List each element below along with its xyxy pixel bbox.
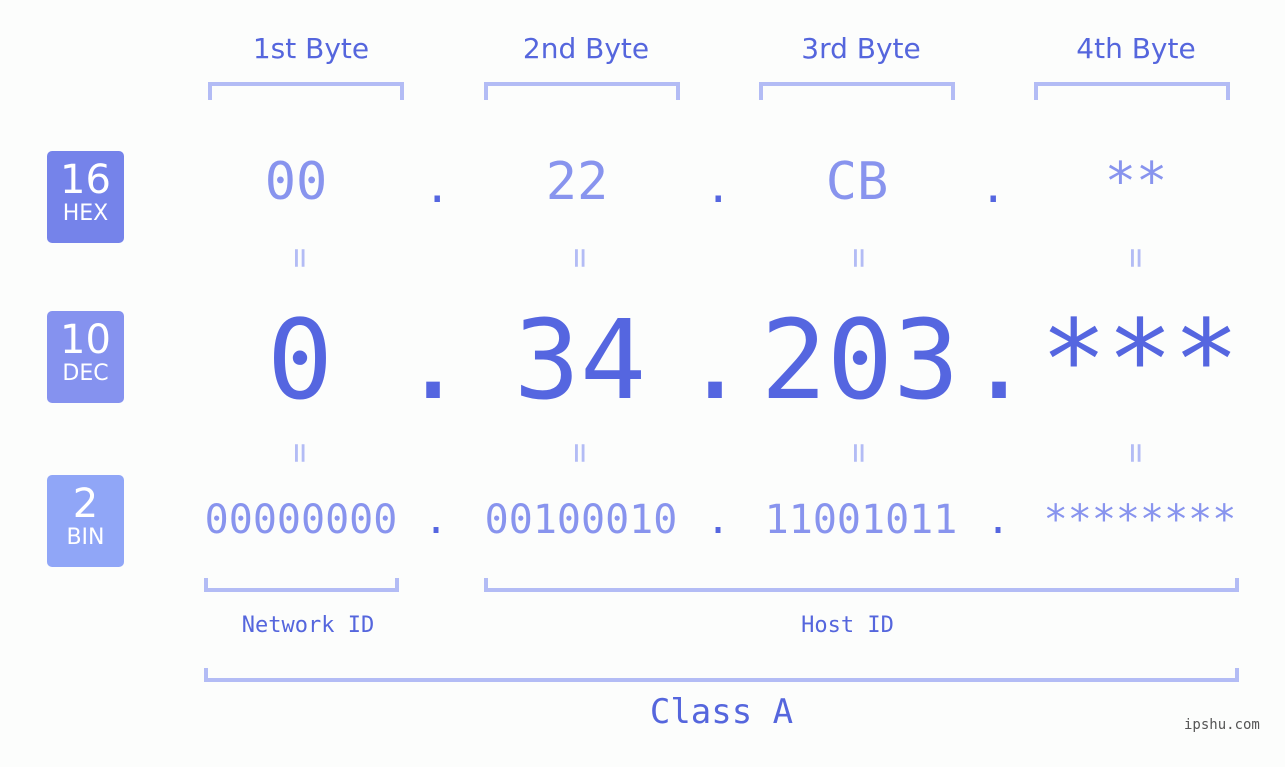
equals-icon: = (839, 442, 879, 464)
bin-byte-3: 11001011 (764, 497, 958, 543)
equals-icon: = (560, 247, 600, 269)
class-label: Class A (649, 692, 794, 732)
dec-byte-4: *** (1040, 296, 1240, 424)
class-bracket (204, 668, 1239, 682)
byte-bracket-2 (484, 82, 680, 100)
equals-icon: = (280, 442, 320, 464)
byte-bracket-3 (759, 82, 955, 100)
watermark: ipshu.com (1184, 717, 1260, 733)
bin-byte-2: 00100010 (484, 497, 678, 543)
network-id-label: Network ID (241, 613, 375, 638)
hex-byte-4: ** (1104, 152, 1168, 212)
hex-badge-number: 16 (60, 157, 111, 203)
byte-bracket-4 (1034, 82, 1230, 100)
hex-dot-1: . (424, 162, 451, 213)
dec-badge: 10 DEC (47, 311, 124, 403)
equals-icon: = (839, 247, 879, 269)
dec-badge-label: DEC (62, 361, 109, 386)
equals-icon: = (280, 247, 320, 269)
hex-byte-3: CB (825, 152, 889, 212)
hex-dot-2: . (705, 162, 732, 213)
dec-dot-1: . (400, 296, 467, 424)
bin-dot-1: . (424, 497, 449, 543)
dec-dot-3: . (966, 296, 1033, 424)
host-id-bracket (484, 578, 1239, 592)
hex-badge-label: HEX (62, 201, 109, 226)
hex-badge: 16 HEX (47, 151, 124, 243)
byte-header-4: 4th Byte (1076, 32, 1196, 65)
bin-badge: 2 BIN (47, 475, 124, 567)
dec-byte-2: 34 (513, 296, 647, 424)
dec-dot-2: . (682, 296, 749, 424)
bin-byte-4: ******** (1043, 497, 1237, 543)
bin-dot-2: . (706, 497, 731, 543)
dec-byte-3: 203 (760, 296, 960, 424)
bin-dot-3: . (986, 497, 1011, 543)
equals-icon: = (560, 442, 600, 464)
bin-badge-number: 2 (72, 481, 99, 527)
hex-byte-2: 22 (545, 152, 609, 212)
byte-header-1: 1st Byte (252, 32, 370, 65)
host-id-label: Host ID (801, 613, 894, 638)
network-id-bracket (204, 578, 399, 592)
bin-byte-1: 00000000 (204, 497, 398, 543)
equals-icon: = (1116, 442, 1156, 464)
byte-header-2: 2nd Byte (522, 32, 650, 65)
byte-header-3: 3rd Byte (801, 32, 921, 65)
equals-icon: = (1116, 247, 1156, 269)
hex-dot-3: . (980, 162, 1007, 213)
hex-byte-1: 00 (264, 152, 328, 212)
dec-badge-number: 10 (60, 317, 111, 363)
byte-bracket-1 (208, 82, 404, 100)
dec-byte-1: 0 (266, 296, 334, 424)
bin-badge-label: BIN (66, 525, 105, 550)
